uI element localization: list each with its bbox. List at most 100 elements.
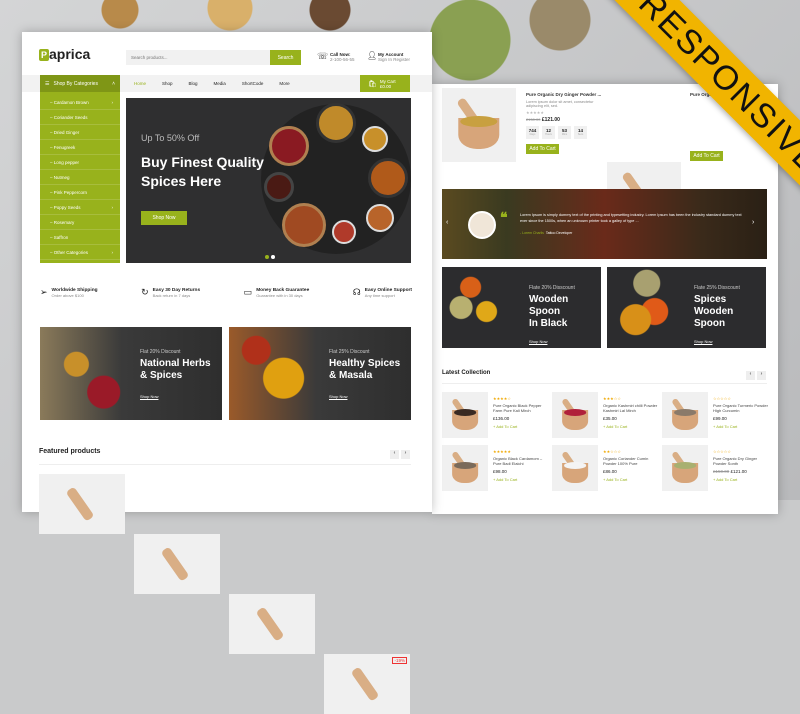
add-to-cart-link[interactable]: + Add To Cart: [493, 424, 549, 429]
divider: [442, 383, 767, 384]
deal-product-info: Pure Organic Dry Ginger Powder ... Lorem…: [526, 92, 606, 154]
deal-title[interactable]: Pure Organic Dry Ginger Powder ...: [526, 92, 606, 97]
shop-now-link[interactable]: Shop Now: [140, 394, 211, 399]
quote-icon: ❝: [500, 209, 508, 225]
add-to-cart-link[interactable]: + Add To Cart: [603, 477, 659, 482]
nav-more[interactable]: More: [271, 81, 297, 86]
returns-icon: ↻: [141, 287, 149, 297]
countdown-secs: 14 Secs: [574, 126, 587, 139]
shop-now-link[interactable]: Shop Now: [529, 339, 601, 344]
add-to-cart-link[interactable]: + Add To Cart: [493, 477, 549, 482]
feature-item: ↻ Easy 30 Day Returns Back return in 7 day…: [141, 287, 201, 298]
promo-banner[interactable]: Flat 20% Discount National Herbs & Spices S…: [40, 327, 222, 420]
shop-now-link[interactable]: Shop Now: [329, 394, 400, 399]
category-item[interactable]: – Pink Peppercorn: [40, 185, 120, 200]
desktop-preview-panel: P aprica Search ☏ Call Now:2-100-56-55 👤…: [22, 32, 432, 714]
nav-blog[interactable]: Blog: [181, 81, 206, 86]
category-item[interactable]: – Coriander Seeds: [40, 110, 120, 125]
nav-home[interactable]: Home: [126, 81, 154, 86]
category-item[interactable]: – Nutmeg: [40, 170, 120, 185]
headset-icon: ☊: [352, 287, 361, 297]
main-nav: Home Shop Blog Media ShortCode More: [126, 75, 298, 92]
search-button[interactable]: Search: [270, 50, 301, 65]
rating-stars: ★★☆☆☆: [603, 449, 621, 454]
call-info: Call Now: 2-100-56-55: [330, 52, 355, 62]
search-input[interactable]: [126, 50, 271, 65]
next-arrow-icon[interactable]: ›: [752, 219, 754, 226]
nav-media[interactable]: Media: [206, 81, 234, 86]
headset-icon: ☏: [317, 51, 329, 61]
category-item[interactable]: – Saffron: [40, 230, 120, 245]
feature-item: ➢ Worldwide Shipping Order above $100: [40, 287, 98, 298]
feature-item: ☊ Easy Online Support Any time support: [352, 287, 412, 298]
chevron-up-icon: ˄: [112, 80, 115, 87]
countdown-mins: 53 Mins: [558, 126, 571, 139]
deal-price: £150.00 £121.00: [526, 117, 560, 123]
category-item[interactable]: – Cardamon Brown ›: [40, 95, 120, 110]
feature-item: ▭ Money Back Guarantee Guarantee with in 3…: [243, 287, 310, 298]
deal-stars: ★★★★★: [526, 110, 544, 115]
category-item[interactable]: – Dried Ginger: [40, 125, 120, 140]
shop-by-categories-toggle[interactable]: ☰ Shop By Categories ˄: [40, 75, 120, 92]
nav-shop[interactable]: Shop: [154, 81, 181, 86]
chevron-right-icon: ›: [111, 99, 114, 105]
rating-stars: ☆☆☆☆☆: [713, 449, 731, 454]
next-button[interactable]: ›: [401, 450, 410, 459]
add-to-cart-button[interactable]: Add To Cart: [526, 144, 559, 154]
add-to-cart-button-2[interactable]: Add To Cart: [690, 151, 723, 161]
rating-stars: ★★★★★: [493, 449, 511, 454]
category-item[interactable]: – Rosemary: [40, 215, 120, 230]
responsive-preview-panel: Pure Organic Dry Ginger Powder ... Lorem…: [432, 84, 778, 514]
deal-product-image[interactable]: [442, 88, 516, 162]
category-item[interactable]: – Poppy Seeds ›: [40, 200, 120, 215]
chevron-right-icon: ›: [111, 204, 114, 210]
prev-button[interactable]: ‹: [746, 371, 755, 380]
countdown-hours: 12 Hours: [542, 126, 555, 139]
add-to-cart-link[interactable]: + Add To Cart: [713, 477, 769, 482]
add-to-cart-link[interactable]: + Add To Cart: [603, 424, 659, 429]
featured-products-title: Featured products: [39, 448, 101, 455]
slide-dot-1[interactable]: [265, 255, 269, 259]
cart-icon: 🛍︎: [368, 80, 377, 88]
latest-collection-title: Latest Collection: [442, 370, 491, 376]
slide-dot-2[interactable]: [271, 255, 275, 259]
user-icon: 👤︎: [367, 51, 378, 60]
testimonial-text: Lorem Ipsum is simply dummy text of the …: [520, 213, 742, 223]
discount-badge: -19%: [392, 657, 407, 664]
countdown: 744 Days 12 Hours 53 Mins 14 Secs: [526, 126, 606, 139]
rating-stars: ☆☆☆☆☆: [713, 396, 731, 401]
shop-now-link[interactable]: Shop Now: [694, 339, 766, 344]
prev-arrow-icon[interactable]: ‹: [446, 219, 448, 226]
deal-desc: Lorem ipsum dolor sit amet, consectetur …: [526, 100, 594, 108]
next-button[interactable]: ›: [757, 371, 766, 380]
account-link[interactable]: My Account Sign In Register: [378, 52, 410, 62]
category-item[interactable]: – Fenugreek: [40, 140, 120, 155]
chevron-right-icon: ›: [111, 249, 114, 255]
category-menu: – Cardamon Brown › – Coriander Seeds – Drie…: [40, 92, 120, 263]
promo-banner[interactable]: Flat 25% Discount Healthy Spices & Masala S…: [229, 327, 411, 420]
send-icon: ➢: [40, 287, 48, 297]
wallet-icon: ▭: [243, 287, 253, 297]
featured-product-card[interactable]: [39, 474, 125, 534]
featured-product-card[interactable]: [134, 534, 220, 594]
featured-product-card[interactable]: -19%: [324, 654, 410, 714]
featured-product-card[interactable]: [229, 594, 315, 654]
rating-stars: ★★★★☆: [493, 396, 511, 401]
promo-banner[interactable]: Flate 20% Disscount Wooden Spoon In Black S…: [442, 267, 601, 348]
latest-product[interactable]: ☆☆☆☆☆ Pure Organic Dry Ginger Powder Sont…: [662, 445, 800, 491]
features-bar: ➢ Worldwide Shipping Order above $100 ↻ Easy…: [40, 287, 412, 298]
shop-now-button[interactable]: Shop Now: [141, 211, 187, 225]
add-to-cart-link[interactable]: + Add To Cart: [713, 424, 769, 429]
countdown-days: 744 Days: [526, 126, 539, 139]
latest-product[interactable]: ☆☆☆☆☆ Pure Organic Turmeric Powder High C…: [662, 392, 800, 438]
hero-slider: Up To 50% Off Buy Finest Quality Spices H…: [126, 98, 411, 263]
promo-banner[interactable]: Flate 25% Disscount Spices Wooden Spoon Sho…: [607, 267, 766, 348]
divider: [39, 464, 411, 465]
nav-shortcode[interactable]: ShortCode: [234, 81, 272, 86]
logo[interactable]: P aprica: [39, 47, 90, 61]
cart-button[interactable]: 🛍︎ My Cart £0.00: [360, 75, 410, 92]
prev-button[interactable]: ‹: [390, 450, 399, 459]
category-item[interactable]: – Other Categories ›: [40, 245, 120, 260]
category-item[interactable]: – Long pepper: [40, 155, 120, 170]
hero-subtitle: Up To 50% Off: [141, 133, 200, 143]
